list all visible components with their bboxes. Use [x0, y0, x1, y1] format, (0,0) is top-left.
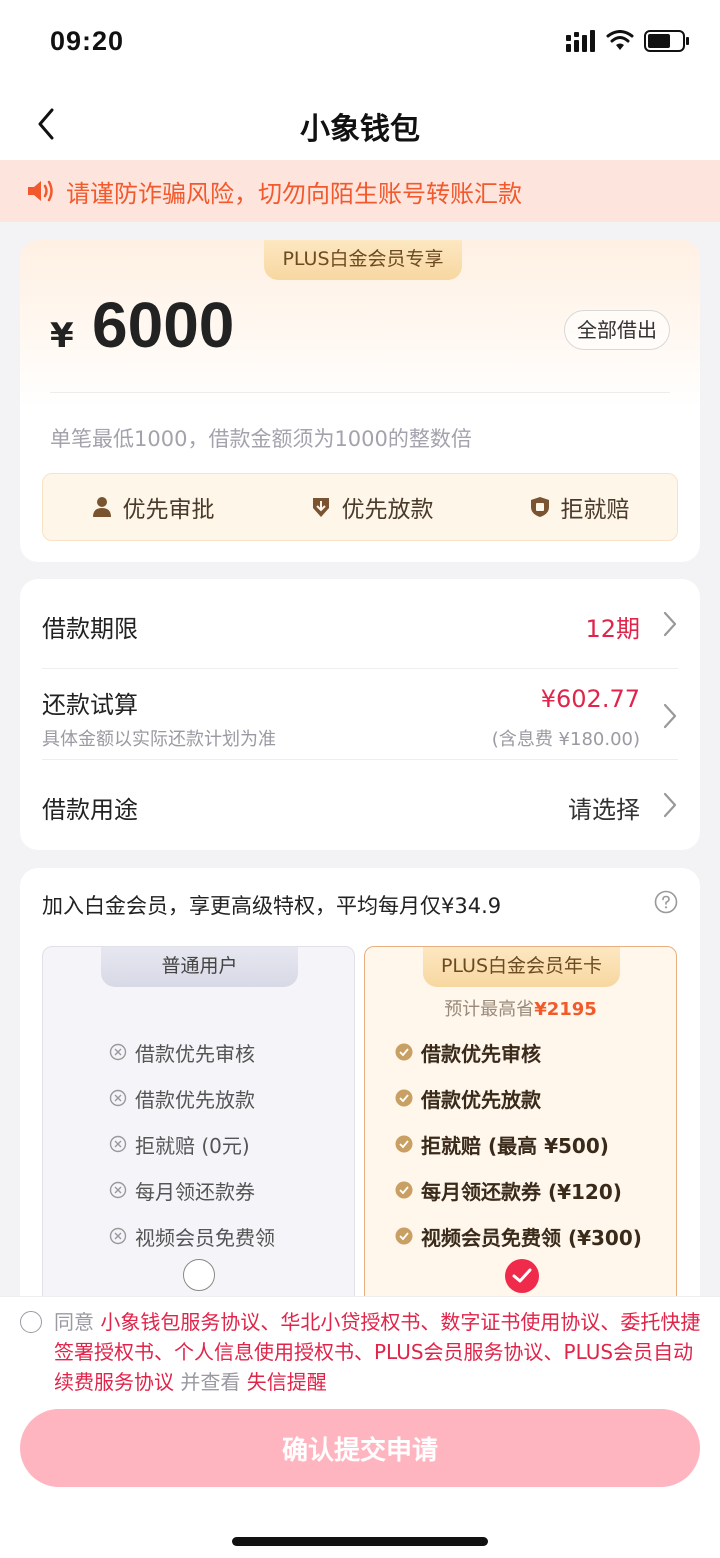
agreement-text: 同意 小象钱包服务协议、华北小贷授权书、数字证书使用协议、委托快捷签署授权书、个… — [54, 1307, 702, 1397]
amount-card: PLUS白金会员专享 ¥ 6000 全部借出 单笔最低1000，借款金额须为10… — [20, 240, 700, 562]
status-time: 09:20 — [50, 26, 125, 56]
feature-list: 借款优先审核 借款优先放款 拒就赔 (最高 ¥500) 每月领还款券 (¥120… — [365, 1029, 676, 1259]
check-circle-icon — [395, 1135, 413, 1153]
agreement-checkbox[interactable] — [20, 1311, 42, 1333]
benefit-label: 拒就赔 — [560, 497, 630, 523]
repay-interest: (含息费 ¥180.00) — [491, 729, 640, 750]
help-icon[interactable] — [654, 890, 678, 914]
feature-label: 拒就赔 (最高 ¥500) — [421, 1133, 609, 1158]
feature-label: 借款优先审核 — [135, 1041, 255, 1066]
feature-label: 借款优先审核 — [421, 1041, 541, 1066]
speaker-icon — [28, 180, 53, 202]
feature-item: 视频会员免费领 — [43, 1213, 354, 1259]
borrow-all-button[interactable]: 全部借出 — [564, 310, 670, 350]
loan-amount-input[interactable]: 6000 — [92, 288, 234, 362]
benefit-priority-disbursement: 优先放款 — [310, 490, 434, 524]
savings-line: 预计最高省¥2195 — [365, 995, 676, 1021]
status-icons — [566, 30, 690, 52]
benefit-priority-approval: 优先审批 — [91, 490, 215, 524]
benefit-bar: 优先审批 优先放款 拒就赔 — [42, 473, 678, 541]
feature-item: 视频会员免费领 (¥300) — [365, 1213, 676, 1259]
agreement-docs-link[interactable]: 小象钱包服务协议、华北小贷授权书、数字证书使用协议、委托快捷签署授权书、个人信息… — [54, 1310, 700, 1394]
feature-label: 借款优先放款 — [135, 1087, 255, 1112]
plan-tag: 普通用户 — [101, 947, 298, 987]
wifi-icon — [606, 30, 634, 50]
feature-label: 视频会员免费领 — [135, 1225, 275, 1250]
feature-label: 每月领还款券 (¥120) — [421, 1179, 622, 1204]
chevron-right-icon — [663, 611, 677, 637]
feature-item: 借款优先审核 — [43, 1029, 354, 1075]
x-circle-icon — [109, 1227, 127, 1245]
feature-label: 借款优先放款 — [421, 1087, 541, 1112]
feature-item: 每月领还款券 — [43, 1167, 354, 1213]
savings-value: ¥2195 — [534, 999, 597, 1020]
feature-item: 每月领还款券 (¥120) — [365, 1167, 676, 1213]
home-indicator — [232, 1537, 488, 1546]
warning-text: 请谨防诈骗风险，切勿向陌生账号转账汇款 — [66, 179, 522, 208]
loan-term-row[interactable]: 借款期限 12期 — [42, 579, 678, 669]
check-circle-icon — [395, 1089, 413, 1107]
x-circle-icon — [109, 1181, 127, 1199]
purpose-label: 借款用途 — [42, 796, 138, 824]
loan-details-card: 借款期限 12期 还款试算 具体金额以实际还款计划为准 ¥602.77 (含息费… — [20, 579, 700, 850]
battery-icon — [644, 30, 689, 52]
status-bar: 09:20 — [0, 0, 720, 88]
footer: 同意 小象钱包服务协议、华北小贷授权书、数字证书使用协议、委托快捷签署授权书、个… — [0, 1296, 720, 1558]
x-circle-icon — [109, 1089, 127, 1107]
benefit-label: 优先放款 — [341, 497, 434, 523]
repayment-calc-row[interactable]: 还款试算 具体金额以实际还款计划为准 ¥602.77 (含息费 ¥180.00) — [42, 669, 678, 760]
plus-exclusive-tag: PLUS白金会员专享 — [264, 240, 462, 280]
checkmark-icon — [512, 1268, 532, 1283]
plan-radio-selected[interactable] — [505, 1259, 539, 1293]
agreement-prefix: 同意 — [54, 1310, 94, 1334]
feature-list: 借款优先审核 借款优先放款 拒就赔 (0元) 每月领还款券 视频会员免费领 — [43, 1029, 354, 1259]
currency-symbol: ¥ — [50, 316, 74, 356]
feature-item: 借款优先放款 — [43, 1075, 354, 1121]
benefit-label: 优先审批 — [122, 497, 215, 523]
signal-icon — [566, 30, 595, 52]
divider — [50, 392, 670, 393]
feature-item: 拒就赔 (最高 ¥500) — [365, 1121, 676, 1167]
loan-purpose-row[interactable]: 借款用途 请选择 — [42, 760, 678, 850]
benefit-compensation: 拒就赔 — [529, 490, 630, 524]
feature-label: 拒就赔 (0元) — [135, 1133, 250, 1158]
repay-sub: 具体金额以实际还款计划为准 — [42, 729, 276, 750]
repay-label: 还款试算 — [42, 691, 138, 719]
credit-warning-link[interactable]: 失信提醒 — [247, 1370, 327, 1394]
plan-radio-unselected[interactable] — [183, 1259, 215, 1291]
feature-item: 拒就赔 (0元) — [43, 1121, 354, 1167]
check-circle-icon — [395, 1181, 413, 1199]
check-circle-icon — [395, 1227, 413, 1245]
feature-item: 借款优先放款 — [365, 1075, 676, 1121]
fraud-warning-banner: 请谨防诈骗风险，切勿向陌生账号转账汇款 — [0, 160, 720, 222]
feature-label: 视频会员免费领 (¥300) — [421, 1225, 642, 1250]
page-title: 小象钱包 — [300, 112, 420, 147]
agreement-mid: 并查看 — [180, 1370, 241, 1394]
user-icon — [92, 497, 111, 517]
submit-button[interactable]: 确认提交申请 — [20, 1409, 700, 1487]
term-value: 12期 — [585, 615, 640, 643]
membership-card: 加入白金会员，享更高级特权，平均每月仅¥34.9 普通用户 借款优先审核 借款优… — [20, 868, 700, 1366]
x-circle-icon — [109, 1043, 127, 1061]
savings-prefix: 预计最高省 — [444, 999, 535, 1020]
chevron-right-icon — [663, 792, 677, 818]
shield-icon — [530, 497, 549, 517]
check-circle-icon — [395, 1043, 413, 1061]
feature-label: 每月领还款券 — [135, 1179, 255, 1204]
purpose-value: 请选择 — [568, 796, 640, 824]
chevron-right-icon — [663, 703, 677, 729]
download-shield-icon — [312, 498, 329, 517]
membership-title: 加入白金会员，享更高级特权，平均每月仅¥34.9 — [42, 894, 502, 918]
x-circle-icon — [109, 1135, 127, 1153]
amount-hint: 单笔最低1000，借款金额须为1000的整数倍 — [50, 427, 472, 451]
repay-value: ¥602.77 — [540, 685, 640, 713]
feature-item: 借款优先审核 — [365, 1029, 676, 1075]
term-label: 借款期限 — [42, 615, 138, 643]
plan-tag: PLUS白金会员年卡 — [423, 947, 620, 987]
nav-bar: 小象钱包 — [0, 88, 720, 160]
